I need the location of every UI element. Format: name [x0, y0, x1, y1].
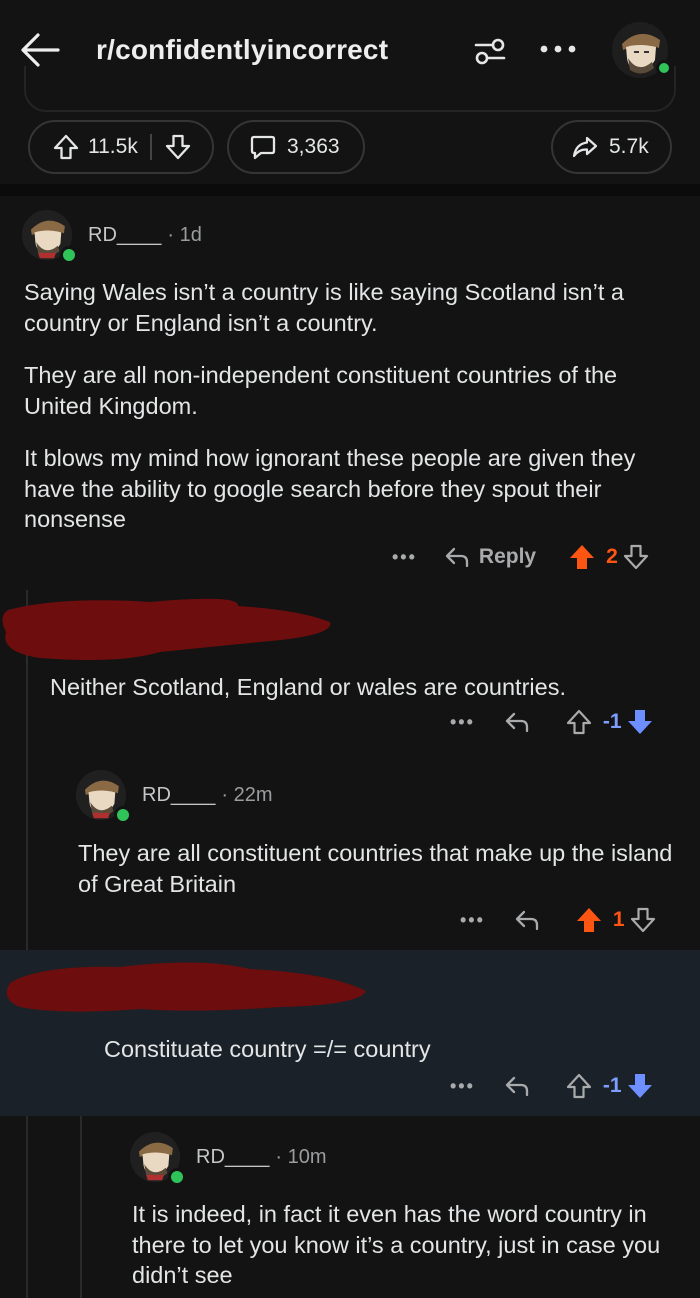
online-status-dot [60, 246, 78, 264]
post-share-count: 5.7k [609, 135, 649, 158]
comment-score: -1 [602, 1074, 622, 1097]
comment-more-button[interactable]: ••• [460, 910, 485, 931]
subreddit-title[interactable]: r/confidentlyincorrect [96, 34, 388, 66]
back-arrow-icon[interactable] [18, 28, 62, 72]
more-options-icon[interactable] [538, 36, 578, 62]
commenter-avatar[interactable] [130, 1132, 186, 1186]
comment-body: Saying Wales isn’t a country is like say… [24, 277, 684, 557]
downvote-filled-icon[interactable] [626, 708, 654, 736]
comment-bubble-icon [250, 135, 276, 160]
post-share-button[interactable]: 5.7k [551, 120, 672, 174]
comment-paragraph: Saying Wales isn’t a country is like say… [24, 279, 624, 336]
upvote-arrow-icon[interactable] [52, 133, 80, 161]
commenter-avatar[interactable] [22, 210, 78, 264]
commenter-avatar[interactable] [76, 770, 132, 824]
comment-body: Constituate country =/= country [104, 1036, 431, 1062]
comment-score: 1 [612, 908, 625, 931]
sort-filter-icon[interactable] [472, 36, 508, 66]
post-vote-pill: 11.5k [28, 120, 214, 174]
comment-author[interactable]: RD____ · 10m [196, 1146, 327, 1169]
post-upvote-count: 11.5k [88, 135, 138, 158]
comment-score: -1 [602, 710, 622, 733]
reply-arrow-icon[interactable] [503, 1072, 531, 1100]
upvote-arrow-icon[interactable] [565, 1072, 593, 1100]
top-bar: r/confidentlyincorrect [0, 0, 700, 112]
share-arrow-icon [572, 136, 598, 158]
online-status-dot [656, 60, 672, 76]
online-status-dot [168, 1168, 186, 1186]
post-action-bar: 11.5k 3,363 5.7k [0, 112, 700, 184]
upvote-filled-icon[interactable] [568, 543, 596, 571]
author-name[interactable]: RD____ [196, 1146, 269, 1168]
upvote-arrow-icon[interactable] [565, 708, 593, 736]
comment-more-button[interactable]: ••• [392, 547, 417, 568]
vote-divider [149, 134, 152, 160]
post-comments-button[interactable]: 3,363 [227, 120, 365, 174]
comment-score: 2 [606, 545, 618, 568]
author-name[interactable]: RD____ [88, 224, 161, 246]
collapsed-post-card-edge [24, 66, 676, 112]
comment-time: · 10m [275, 1146, 327, 1168]
comment-time: · 1d [167, 224, 202, 246]
post-comment-count: 3,363 [287, 135, 340, 158]
comment-actions: ••• -1 [450, 708, 654, 736]
comment-author[interactable]: RD____ · 22m [142, 784, 273, 807]
comment-body: They are all constituent countries that … [78, 840, 673, 897]
comment-time: · 22m [221, 784, 273, 806]
comment-body: It is indeed, in fact it even has the wo… [132, 1201, 661, 1288]
reply-arrow-icon[interactable] [503, 708, 531, 736]
downvote-filled-icon[interactable] [626, 1072, 654, 1100]
reply-button[interactable]: Reply [479, 545, 536, 569]
downvote-arrow-icon[interactable] [622, 543, 650, 571]
comment-body: Neither Scotland, England or wales are c… [50, 674, 566, 700]
comment-actions: ••• 1 [460, 906, 657, 934]
reply-arrow-icon[interactable] [513, 906, 541, 934]
online-status-dot [114, 806, 132, 824]
redacted-username-scribble [6, 962, 367, 1012]
downvote-arrow-icon[interactable] [164, 133, 192, 161]
author-name[interactable]: RD____ [142, 784, 215, 806]
thread-line [80, 1116, 82, 1298]
section-separator [0, 184, 700, 196]
thread-line [26, 1116, 28, 1298]
comment-more-button[interactable]: ••• [450, 712, 475, 733]
comment-actions: ••• -1 [450, 1072, 654, 1100]
comment-actions: ••• Reply 2 [392, 543, 650, 571]
reply-arrow-icon[interactable] [443, 543, 471, 571]
user-avatar[interactable] [612, 22, 672, 78]
comment-author[interactable]: RD____ · 1d [88, 224, 202, 247]
comment-paragraph: They are all non-independent constituent… [24, 362, 618, 419]
downvote-arrow-icon[interactable] [629, 906, 657, 934]
comment-paragraph: It blows my mind how ignorant these peop… [24, 445, 636, 532]
upvote-filled-icon[interactable] [575, 906, 603, 934]
comment-more-button[interactable]: ••• [450, 1076, 475, 1097]
redacted-username-scribble [2, 598, 331, 660]
